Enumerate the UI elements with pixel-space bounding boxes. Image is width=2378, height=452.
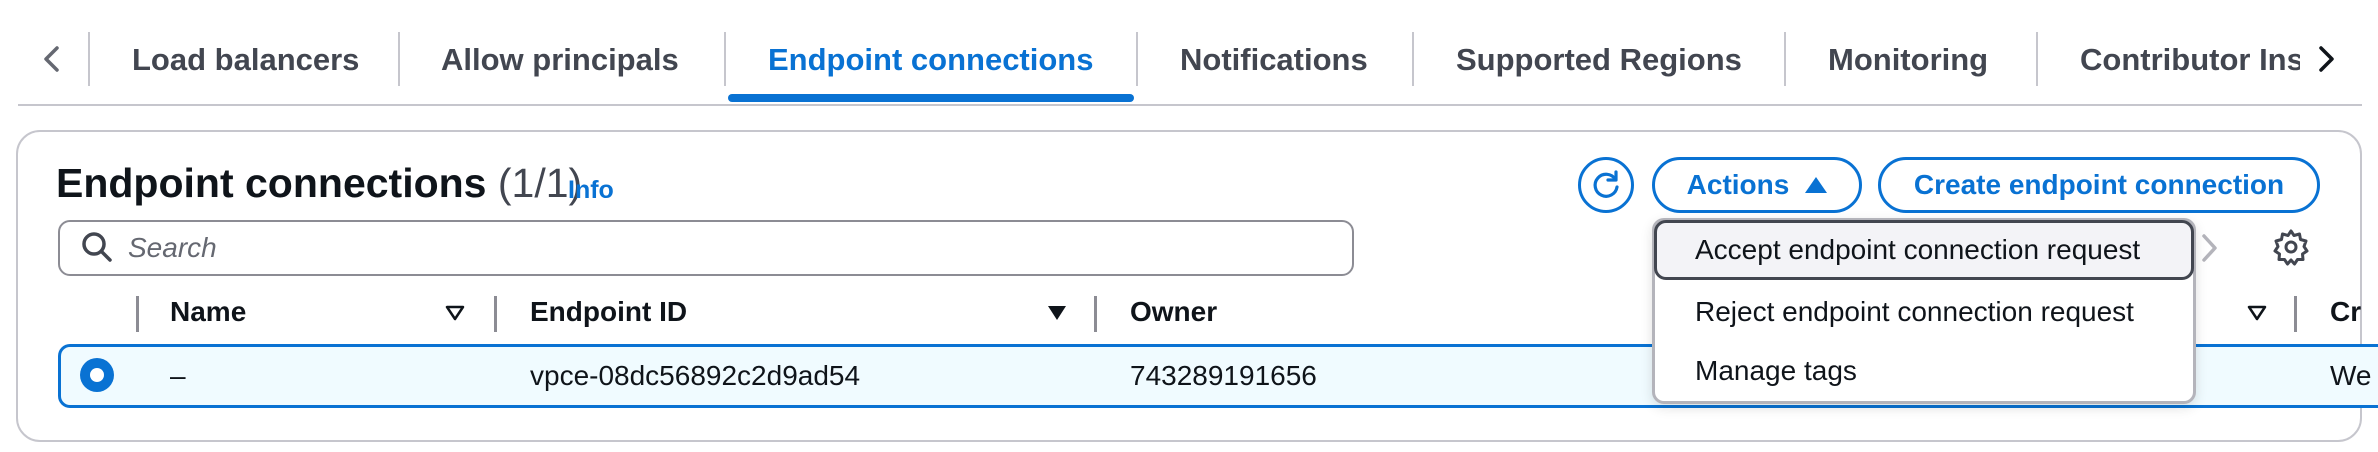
cell-endpoint-id: vpce-08dc56892c2d9ad54	[530, 360, 861, 391]
tab-divider	[2036, 32, 2038, 86]
sort-caret-icon[interactable]	[2246, 302, 2268, 324]
row-select-radio[interactable]	[80, 358, 114, 392]
refresh-button[interactable]	[1578, 157, 1634, 213]
create-endpoint-connection-button[interactable]: Create endpoint connection	[1878, 157, 2320, 213]
tabs-scroll-right-button[interactable]	[2308, 34, 2344, 84]
search-icon	[82, 232, 112, 262]
info-link[interactable]: Info	[568, 176, 614, 205]
tab-supported-regions[interactable]: Supported Regions	[1456, 36, 1742, 84]
tab-bar: Load balancers Allow principals Endpoint…	[0, 0, 2378, 106]
sort-caret-icon[interactable]	[1046, 302, 1068, 324]
tab-divider	[1784, 32, 1786, 86]
tab-contributor-insights[interactable]: Contributor Insights	[2080, 36, 2300, 84]
chevron-right-icon	[2319, 46, 2334, 72]
tab-divider	[88, 32, 90, 86]
caret-up-icon	[1805, 177, 1828, 193]
column-header-created[interactable]: Cr	[2330, 296, 2361, 328]
cell-owner: 743289191656	[1130, 360, 1317, 391]
tab-notifications[interactable]: Notifications	[1180, 36, 1368, 84]
column-divider	[494, 296, 497, 332]
tab-bar-baseline	[18, 104, 2362, 106]
tab-load-balancers[interactable]: Load balancers	[132, 36, 359, 84]
gear-icon[interactable]	[2272, 228, 2310, 266]
search-input[interactable]	[128, 232, 1228, 264]
tab-allow-principals[interactable]: Allow principals	[441, 36, 679, 84]
chevron-right-icon	[2202, 234, 2217, 262]
radio-dot	[90, 368, 104, 382]
column-header-endpoint-id[interactable]: Endpoint ID	[530, 296, 687, 328]
column-divider	[2294, 296, 2297, 332]
column-divider	[1094, 296, 1097, 332]
tab-divider	[1136, 32, 1138, 86]
page-title: Endpoint connections (1/1)	[56, 160, 582, 207]
tab-list: Load balancers Allow principals Endpoint…	[0, 0, 2300, 106]
actions-label: Actions	[1686, 169, 1790, 200]
title-text: Endpoint connections	[56, 160, 487, 206]
search-field	[58, 220, 1354, 276]
menu-item-reject-request[interactable]: Reject endpoint connection request	[1655, 283, 2193, 341]
tab-endpoint-connections[interactable]: Endpoint connections	[768, 36, 1094, 84]
cell-created: We	[2330, 360, 2372, 391]
sort-caret-icon[interactable]	[444, 302, 466, 324]
cell-name: –	[170, 360, 186, 391]
tab-monitoring[interactable]: Monitoring	[1828, 36, 1988, 84]
active-tab-indicator	[728, 94, 1134, 102]
menu-item-manage-tags[interactable]: Manage tags	[1655, 342, 2193, 400]
tab-divider	[398, 32, 400, 86]
refresh-icon	[1593, 170, 1619, 198]
actions-dropdown-button[interactable]: Actions	[1652, 157, 1862, 213]
column-header-owner[interactable]: Owner	[1130, 296, 1217, 328]
tab-divider	[1412, 32, 1414, 86]
menu-item-accept-request[interactable]: Accept endpoint connection request	[1654, 220, 2194, 280]
tab-divider	[724, 32, 726, 86]
column-header-name[interactable]: Name	[170, 296, 246, 328]
column-divider	[136, 296, 139, 332]
pagination-next-button[interactable]	[2196, 230, 2222, 266]
actions-menu: Accept endpoint connection request Rejec…	[1652, 218, 2196, 404]
